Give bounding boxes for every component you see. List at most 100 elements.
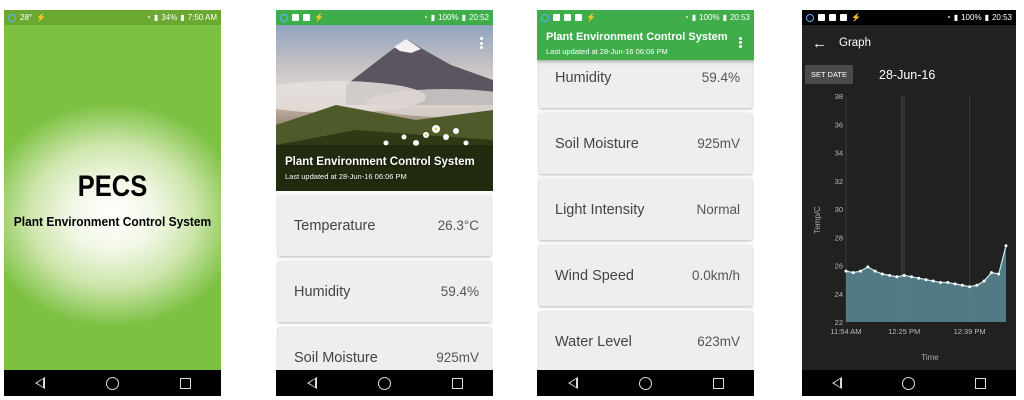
sensor-card[interactable]: Light Intensity Normal xyxy=(539,179,752,240)
data-point xyxy=(851,271,855,275)
data-point xyxy=(931,279,935,283)
notification-icon xyxy=(292,14,299,21)
sensor-value: 925mV xyxy=(436,350,479,365)
battery-percent: 100% xyxy=(961,13,982,22)
image-icon xyxy=(553,14,560,21)
back-arrow-icon[interactable]: ← xyxy=(812,35,827,52)
nav-bar xyxy=(802,370,1016,396)
data-point xyxy=(953,282,957,286)
back-icon[interactable] xyxy=(34,377,45,389)
nav-bar xyxy=(4,370,221,396)
sensor-card[interactable]: Wind Speed 0.0km/h xyxy=(539,245,752,306)
battery-percent: 34% xyxy=(161,13,178,22)
battery-icon: ▮ xyxy=(180,13,185,22)
data-point xyxy=(844,269,848,273)
data-point xyxy=(909,275,913,279)
image-icon xyxy=(818,14,825,21)
series-area xyxy=(846,245,1006,322)
x-tick-label: 12:39 PM xyxy=(954,327,986,336)
wifi-icon: ◔ xyxy=(945,13,951,22)
last-updated: Last updated at 28-Jun-16 06:06 PM xyxy=(285,172,407,181)
android-icon xyxy=(303,14,310,21)
data-point xyxy=(866,265,870,269)
sensor-value: 59.4% xyxy=(701,70,740,85)
wifi-icon: ◔ xyxy=(145,13,151,22)
home-icon[interactable] xyxy=(377,376,391,390)
signal-icon: ▮ xyxy=(953,13,959,22)
sensor-value: 0.0km/h xyxy=(691,268,740,283)
sensor-card[interactable]: Humidity 59.4% xyxy=(278,261,491,322)
sensor-value: 623mV xyxy=(697,334,740,349)
battery-icon: ▮ xyxy=(722,13,727,22)
nav-bar xyxy=(276,370,493,396)
data-point xyxy=(939,280,943,284)
home-icon[interactable] xyxy=(105,376,119,390)
sensor-label: Temperature xyxy=(294,217,376,234)
status-bar: 28° ⚡ ◔ ▮ 34% ▮ 7:50 AM xyxy=(4,10,221,25)
sensor-value: 925mV xyxy=(697,136,740,151)
notification-icon xyxy=(829,14,836,21)
sensor-card[interactable]: Soil Moisture 925mV xyxy=(539,113,752,174)
dashboard-scrolled-screen: ⚡ ◔ ▮ 100% ▮ 20:53 Plant Environment Con… xyxy=(537,10,754,396)
clock: 7:50 AM xyxy=(187,13,217,22)
sensor-label: Humidity xyxy=(294,283,351,300)
android-icon xyxy=(840,14,847,21)
usb-icon: ⚡ xyxy=(586,13,596,22)
recent-apps-icon[interactable] xyxy=(451,377,463,389)
back-icon[interactable] xyxy=(832,377,842,389)
x-tick-label: 12:25 PM xyxy=(888,327,920,336)
back-icon[interactable] xyxy=(567,377,578,389)
nav-bar xyxy=(537,370,754,396)
data-point xyxy=(982,279,986,283)
splash-screen: 28° ⚡ ◔ ▮ 34% ▮ 7:50 AM PECS Plant Envir… xyxy=(4,10,221,396)
clock: 20:52 xyxy=(468,13,489,22)
home-icon[interactable] xyxy=(902,376,915,390)
y-tick-label: 32 xyxy=(835,177,843,186)
battery-icon: ▮ xyxy=(461,13,466,22)
header-image: Plant Environment Control System Last up… xyxy=(276,25,493,191)
sensor-label: Soil Moisture xyxy=(294,349,378,366)
app-notification-icon xyxy=(541,13,549,22)
sensor-card[interactable]: Water Level 623mV xyxy=(539,311,752,372)
y-tick-label: 22 xyxy=(835,318,843,327)
x-axis-label: Time xyxy=(921,353,939,362)
data-point xyxy=(888,273,892,277)
data-point xyxy=(989,271,993,275)
data-point xyxy=(960,283,964,287)
data-point xyxy=(873,269,877,273)
wifi-icon: ◔ xyxy=(683,13,689,22)
data-point xyxy=(968,285,972,289)
sensor-label: Wind Speed xyxy=(555,267,634,284)
sensor-list: Humidity 59.4% Soil Moisture 925mV Light… xyxy=(539,47,752,377)
sensor-card[interactable]: Temperature 26.3°C xyxy=(278,195,491,256)
home-icon[interactable] xyxy=(638,376,652,390)
status-bar: ⚡ ◔ ▮ 100% ▮ 20:52 xyxy=(276,10,493,25)
sensor-value: 59.4% xyxy=(440,284,479,299)
sensor-list: Temperature 26.3°C Humidity 59.4% Soil M… xyxy=(278,195,491,393)
y-tick-label: 38 xyxy=(835,92,843,101)
overflow-menu-icon[interactable] xyxy=(739,37,742,48)
page-title: Plant Environment Control System xyxy=(546,31,728,43)
android-icon xyxy=(575,14,582,21)
recent-apps-icon[interactable] xyxy=(712,377,724,389)
graph-screen: ⚡ ◔ ▮ 100% ▮ 20:53 ← Graph SET DATE 28-J… xyxy=(802,10,1016,396)
battery-percent: 100% xyxy=(699,13,720,22)
notification-icon xyxy=(564,14,571,21)
wifi-icon: ◔ xyxy=(422,13,428,22)
app-notification-icon xyxy=(8,13,16,22)
set-date-button[interactable]: SET DATE xyxy=(805,65,853,84)
usb-icon: ⚡ xyxy=(851,13,861,22)
data-point xyxy=(975,283,979,287)
overflow-menu-icon[interactable] xyxy=(480,37,483,49)
recent-apps-icon[interactable] xyxy=(179,377,191,389)
y-axis-label: Temp/C xyxy=(813,206,822,234)
back-icon[interactable] xyxy=(306,377,317,389)
signal-icon: ▮ xyxy=(691,13,697,22)
battery-percent: 100% xyxy=(438,13,459,22)
recent-apps-icon[interactable] xyxy=(975,377,986,389)
data-point xyxy=(917,276,921,280)
clock: 20:53 xyxy=(729,13,750,22)
data-point xyxy=(859,269,863,273)
usb-icon: ⚡ xyxy=(314,13,324,22)
sensor-value: 26.3°C xyxy=(437,218,479,233)
